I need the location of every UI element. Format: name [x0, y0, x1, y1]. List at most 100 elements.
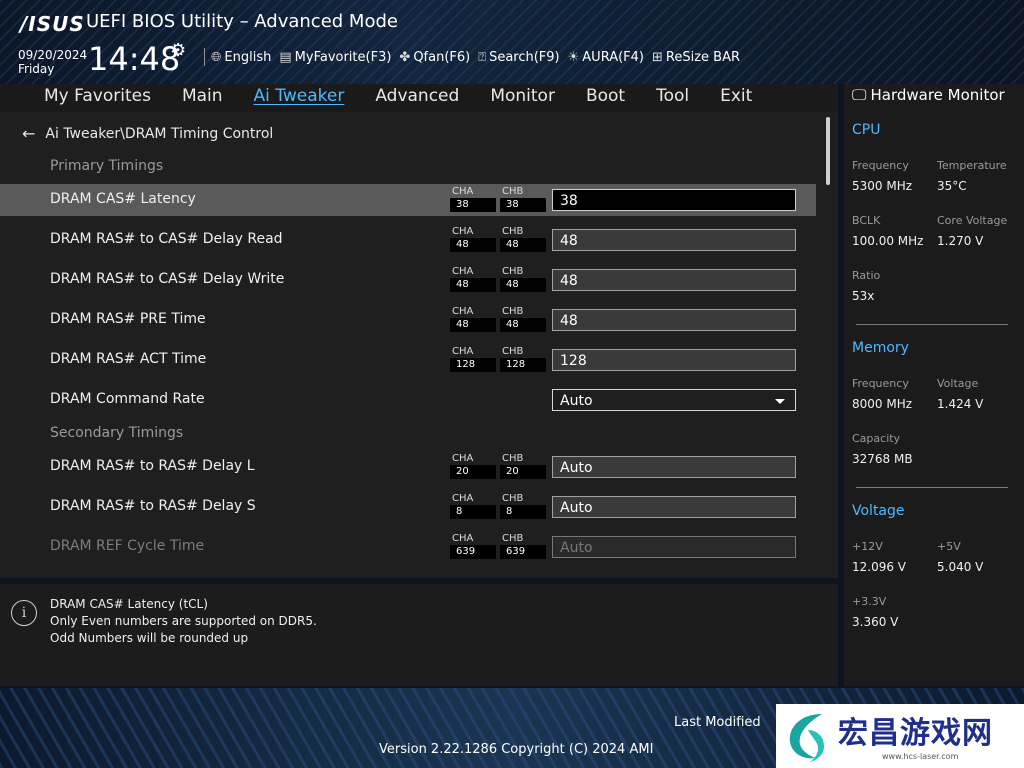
tab-exit[interactable]: Exit [720, 84, 752, 110]
day-text: Friday [18, 62, 55, 76]
qfan-button[interactable]: ✤ Qfan(F6) [399, 50, 470, 65]
help-line: Odd Numbers will be rounded up [50, 631, 249, 645]
dropdown-value: Auto [560, 393, 593, 409]
cha-value: 48 [450, 278, 496, 292]
cha-value: 20 [450, 465, 496, 479]
cpu-heading: CPU [852, 122, 881, 138]
aura-button[interactable]: ☀ AURA(F4) [568, 50, 644, 65]
ras-act-input[interactable]: 128 [552, 349, 796, 371]
setting-row-ras-act[interactable]: DRAM RAS# ACT Time CHA 128 CHB 128 128 [0, 344, 816, 376]
search-button[interactable]: ⍰ Search(F9) [478, 50, 559, 65]
date-text: 09/20/2024 [18, 48, 88, 62]
chb-label: CHB [502, 306, 524, 317]
rrd-l-input[interactable]: Auto [552, 456, 796, 478]
cha-readout: CHA 639 [450, 533, 496, 561]
myfavorite-icon: ▤ [279, 49, 292, 65]
back-arrow-icon[interactable]: ← [22, 124, 35, 143]
setting-label: DRAM RAS# to CAS# Delay Read [50, 231, 283, 247]
myfavorite-button[interactable]: ▤ MyFavorite(F3) [279, 50, 391, 65]
setting-row-ras-cas-write[interactable]: DRAM RAS# to CAS# Delay Write CHA 48 CHB 4… [0, 264, 816, 296]
ras-cas-read-input[interactable]: 48 [552, 229, 796, 251]
setting-row-cas-latency[interactable]: DRAM CAS# Latency CHA 38 CHB 38 38 [0, 184, 816, 216]
setting-row-ref-cycle[interactable]: DRAM REF Cycle Time CHA 639 CHB 639 Auto [0, 531, 816, 563]
cha-label: CHA [452, 306, 474, 317]
cha-label: CHA [452, 493, 474, 504]
hw-title-text: Hardware Monitor [870, 86, 1005, 104]
tab-monitor[interactable]: Monitor [490, 84, 555, 110]
resize-bar-label: ReSize BAR [665, 49, 740, 65]
watermark-url: www.hcs-laser.com [882, 752, 959, 761]
ref-cycle-input[interactable]: Auto [552, 536, 796, 558]
settings-panel: ← Ai Tweaker\DRAM Timing Control Primary… [0, 112, 838, 578]
tab-boot[interactable]: Boot [586, 84, 625, 110]
hardware-monitor-panel: 🖵︎ Hardware Monitor CPU Frequency Temper… [844, 84, 1024, 686]
language-button[interactable]: 🌐︎ English [211, 50, 271, 65]
capacity-value: 32768 MB [852, 452, 913, 466]
chb-readout: CHB 48 [500, 306, 546, 334]
setting-label: DRAM RAS# to CAS# Delay Write [50, 271, 285, 287]
aura-icon: ☀ [567, 49, 580, 65]
chb-label: CHB [502, 186, 524, 197]
capacity-label: Capacity [852, 432, 901, 445]
setting-row-ras-pre[interactable]: DRAM RAS# PRE Time CHA 48 CHB 48 48 [0, 304, 816, 336]
setting-label: DRAM RAS# ACT Time [50, 351, 207, 367]
cha-label: CHA [452, 266, 474, 277]
cha-readout: CHA 48 [450, 306, 496, 334]
cha-label: CHA [452, 186, 474, 197]
cha-readout: CHA 8 [450, 493, 496, 521]
last-modified-button[interactable]: Last Modified [674, 715, 761, 730]
cha-readout: CHA 38 [450, 186, 496, 214]
chb-readout: CHB 128 [500, 346, 546, 374]
cha-label: CHA [452, 533, 474, 544]
cha-readout: CHA 48 [450, 266, 496, 294]
chb-readout: CHB 20 [500, 453, 546, 481]
chb-value: 128 [500, 358, 546, 372]
chb-label: CHB [502, 453, 524, 464]
cpu-temperature-value: 35°C [937, 179, 967, 193]
chb-label: CHB [502, 493, 524, 504]
memory-frequency-label: Frequency [852, 377, 909, 390]
ras-pre-input[interactable]: 48 [552, 309, 796, 331]
tab-my-favorites[interactable]: My Favorites [44, 84, 151, 110]
help-search-icon: ⍰ [478, 49, 487, 65]
tab-ai-tweaker[interactable]: Ai Tweaker [254, 84, 345, 110]
resize-bar-icon: ⊞ [651, 49, 663, 65]
breadcrumb: ← Ai Tweaker\DRAM Timing Control [22, 124, 273, 143]
tab-tool[interactable]: Tool [656, 84, 689, 110]
section-secondary-timings: Secondary Timings [50, 425, 184, 441]
asus-logo: /ISUS [20, 12, 85, 36]
scrollbar[interactable] [826, 117, 830, 185]
v5-value: 5.040 V [937, 560, 984, 574]
setting-row-command-rate[interactable]: DRAM Command Rate Auto [0, 384, 816, 416]
ratio-value: 53x [852, 289, 875, 303]
cha-readout: CHA 20 [450, 453, 496, 481]
tab-advanced[interactable]: Advanced [375, 84, 459, 110]
setting-label: DRAM REF Cycle Time [50, 538, 205, 554]
help-panel: i DRAM CAS# Latency (tCL) Only Even numb… [0, 584, 838, 686]
chb-label: CHB [502, 226, 524, 237]
cha-value: 639 [450, 545, 496, 559]
help-line: Only Even numbers are supported on DDR5. [50, 614, 317, 628]
date-display: 09/20/2024 Friday [18, 48, 87, 76]
chb-value: 48 [500, 238, 546, 252]
section-primary-timings: Primary Timings [50, 158, 164, 174]
resize-bar-button[interactable]: ⊞ ReSize BAR [652, 50, 740, 65]
ras-cas-write-input[interactable]: 48 [552, 269, 796, 291]
setting-row-rrd-s[interactable]: DRAM RAS# to RAS# Delay S CHA 8 CHB 8 Auto [0, 491, 816, 523]
toolbar-divider [204, 48, 205, 66]
rrd-s-input[interactable]: Auto [552, 496, 796, 518]
tab-main[interactable]: Main [182, 84, 223, 110]
gear-icon[interactable]: ⚙ [170, 40, 186, 61]
setting-row-ras-cas-read[interactable]: DRAM RAS# to CAS# Delay Read CHA 48 CHB 48… [0, 224, 816, 256]
chb-value: 48 [500, 278, 546, 292]
setting-row-rrd-l[interactable]: DRAM RAS# to RAS# Delay L CHA 20 CHB 20 Au… [0, 451, 816, 483]
version-text: Version 2.22.1286 Copyright (C) 2024 AMI [379, 742, 654, 757]
toolbar: 🌐︎ English ▤ MyFavorite(F3) ✤ Qfan(F6) ⍰… [200, 47, 748, 67]
cha-value: 38 [450, 198, 496, 212]
command-rate-dropdown[interactable]: Auto [552, 389, 796, 411]
aura-label: AURA(F4) [582, 49, 644, 65]
divider [856, 324, 1008, 325]
chb-readout: CHB 38 [500, 186, 546, 214]
cha-readout: CHA 128 [450, 346, 496, 374]
cas-latency-input[interactable]: 38 [552, 189, 796, 211]
